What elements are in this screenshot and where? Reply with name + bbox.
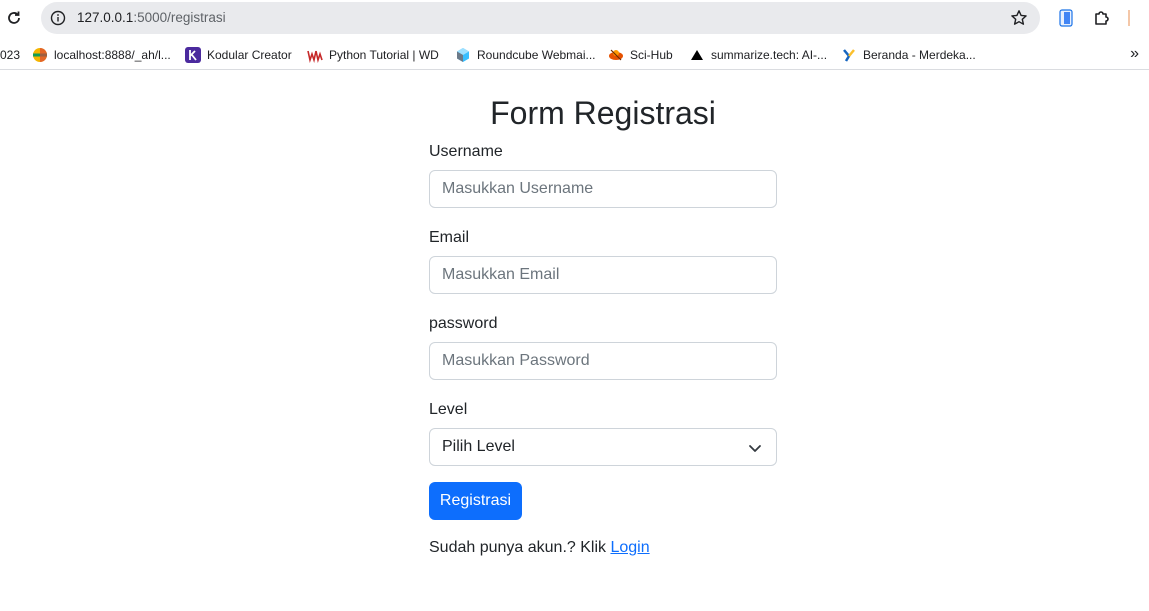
page-content: Form Registrasi Username Email password … (0, 76, 1149, 611)
bookmark-item[interactable]: 023 (0, 46, 20, 64)
bookmarks-bar: 023 localhost:8888/_ah/l... Kodular Crea… (0, 40, 1149, 70)
roundcube-icon (455, 47, 471, 63)
bookmark-item[interactable]: Beranda - Merdeka... (841, 46, 976, 64)
site-info-icon[interactable] (49, 9, 67, 27)
username-label: Username (429, 143, 503, 160)
password-input[interactable] (429, 342, 777, 380)
login-link[interactable]: Login (610, 539, 649, 556)
bookmark-label: localhost:8888/_ah/l... (54, 48, 171, 62)
reload-icon[interactable] (5, 9, 23, 27)
bookmark-label: 023 (0, 48, 21, 62)
browser-toolbar: 127.0.0.1:5000/registrasi (0, 0, 1149, 36)
bookmark-item[interactable]: localhost:8888/_ah/l... (32, 46, 171, 64)
extension-app-icon[interactable] (1056, 8, 1076, 28)
username-input[interactable] (429, 170, 777, 208)
wd-icon (307, 47, 323, 63)
bookmark-label: Kodular Creator (207, 48, 292, 62)
login-prompt-text: Sudah punya akun.? Klik (429, 539, 611, 556)
level-label: Level (429, 401, 468, 418)
globe-color-icon (32, 47, 48, 63)
extensions-puzzle-icon[interactable] (1092, 8, 1112, 28)
url-text[interactable]: 127.0.0.1:5000/registrasi (77, 10, 226, 26)
merdeka-icon (841, 47, 857, 63)
bookmarks-overflow-icon[interactable]: » (1130, 45, 1139, 63)
email-input[interactable] (429, 256, 777, 294)
chevron-down-icon (749, 445, 761, 452)
bookmark-label: Roundcube Webmai... (477, 48, 596, 62)
scihub-icon (608, 47, 624, 63)
toolbar-divider (1128, 10, 1130, 26)
email-label: Email (429, 229, 470, 246)
bookmark-label: Beranda - Merdeka... (863, 48, 976, 62)
bookmark-item[interactable]: Python Tutorial | WD (307, 46, 439, 64)
page-title: Form Registrasi (490, 95, 716, 131)
login-prompt: Sudah punya akun.? Klik Login (429, 538, 650, 558)
bookmark-item[interactable]: Kodular Creator (185, 46, 292, 64)
level-selected-value: Pilih Level (442, 438, 515, 455)
bookmark-item[interactable]: Roundcube Webmai... (455, 46, 596, 64)
bookmark-item[interactable]: Sci-Hub (608, 46, 673, 64)
url-host: 127.0.0.1 (77, 10, 134, 25)
bookmark-label: Sci-Hub (630, 48, 673, 62)
address-bar[interactable]: 127.0.0.1:5000/registrasi (41, 2, 1040, 34)
bookmark-label: summarize.tech: AI-... (711, 48, 828, 62)
bookmark-star-icon[interactable] (1010, 9, 1028, 27)
registrasi-button[interactable]: Registrasi (429, 482, 522, 520)
url-path: :5000/registrasi (133, 10, 226, 25)
level-select[interactable]: Pilih Level (429, 428, 777, 466)
triangle-icon (689, 47, 705, 63)
bookmark-item[interactable]: summarize.tech: AI-... (689, 46, 827, 64)
kodular-icon (185, 47, 201, 63)
bookmark-label: Python Tutorial | WD (329, 48, 439, 62)
password-label: password (429, 315, 498, 332)
